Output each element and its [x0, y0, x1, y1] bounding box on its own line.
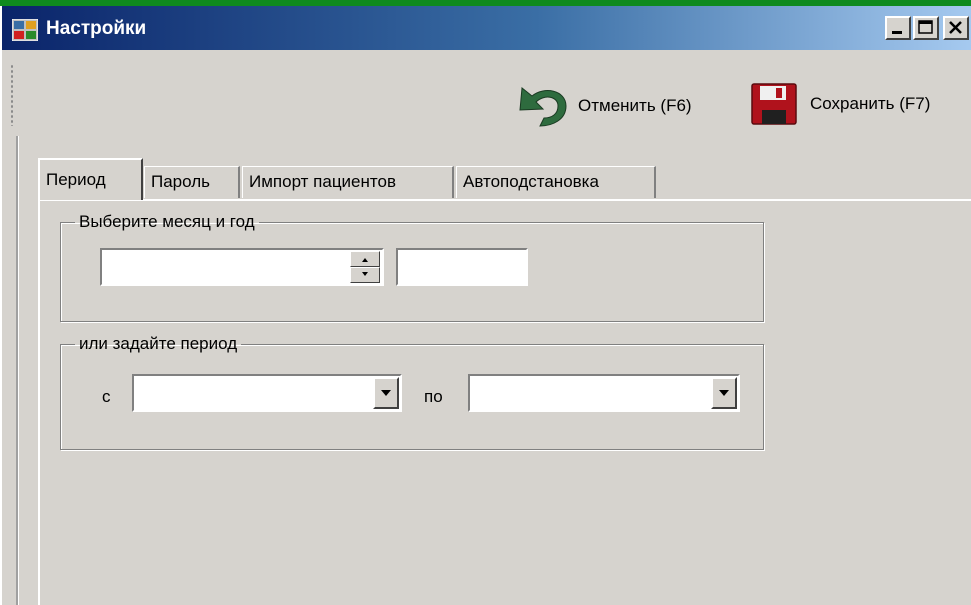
to-label: по	[424, 387, 443, 406]
chevron-down-icon	[381, 390, 391, 396]
chevron-down-icon	[719, 390, 729, 396]
title-bar[interactable]: Настройки	[2, 6, 971, 50]
app-icon	[12, 19, 38, 41]
to-dropdown-button[interactable]	[711, 377, 737, 409]
spin-up-button[interactable]	[350, 251, 380, 267]
window-title: Настройки	[46, 18, 147, 39]
from-date-dropdown[interactable]	[132, 374, 402, 412]
cancel-button[interactable]: Отменить (F6)	[516, 84, 692, 128]
maximize-icon	[918, 20, 933, 34]
tab-password[interactable]: Пароль	[144, 166, 240, 198]
spin-up-icon	[362, 258, 368, 262]
tab-password-label: Пароль	[151, 172, 210, 191]
month-spin-buttons	[350, 251, 380, 283]
spin-down-icon	[362, 272, 368, 276]
left-divider	[16, 136, 19, 605]
to-date-input[interactable]	[470, 376, 738, 410]
month-input[interactable]	[102, 250, 382, 284]
from-dropdown-button[interactable]	[373, 377, 399, 409]
settings-window: Настройки Отменить (F6) Сохранить (F7) П…	[0, 6, 971, 605]
month-year-legend: Выберите месяц и год	[79, 212, 255, 231]
year-field[interactable]	[396, 248, 528, 286]
close-button[interactable]	[943, 16, 969, 40]
tab-import-patients[interactable]: Импорт пациентов	[242, 166, 454, 198]
from-label: с	[102, 387, 111, 406]
toolbar: Отменить (F6) Сохранить (F7)	[2, 50, 971, 136]
tab-period-label: Период	[46, 170, 106, 189]
tab-import-patients-label: Импорт пациентов	[249, 172, 396, 191]
tab-period[interactable]: Период	[38, 158, 143, 200]
undo-arrow-icon	[519, 87, 567, 127]
close-icon	[949, 21, 962, 34]
cancel-button-label: Отменить (F6)	[578, 96, 692, 115]
save-button-label: Сохранить (F7)	[810, 94, 931, 113]
period-legend: или задайте период	[79, 334, 238, 353]
save-button[interactable]: Сохранить (F7)	[750, 82, 930, 126]
year-input[interactable]	[398, 250, 526, 284]
floppy-disk-icon	[751, 83, 797, 125]
from-date-input[interactable]	[134, 376, 400, 410]
month-stepper[interactable]	[100, 248, 384, 286]
toolbar-grip[interactable]	[10, 64, 14, 126]
maximize-button[interactable]	[913, 16, 939, 40]
tab-autosubstitution-label: Автоподстановка	[463, 172, 599, 191]
minimize-icon	[892, 31, 902, 34]
spin-down-button[interactable]	[350, 267, 380, 283]
minimize-button[interactable]	[885, 16, 911, 40]
to-date-dropdown[interactable]	[468, 374, 740, 412]
tab-autosubstitution[interactable]: Автоподстановка	[456, 166, 656, 198]
